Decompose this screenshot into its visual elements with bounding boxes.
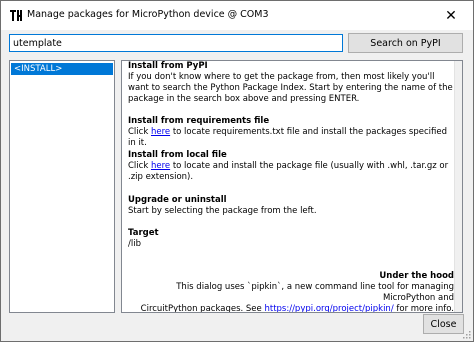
section-upgrade: Upgrade or uninstall Start by selecting … bbox=[128, 195, 454, 217]
text-fragment: Click bbox=[128, 127, 151, 137]
search-pypi-button[interactable]: Search on PyPI bbox=[348, 33, 463, 53]
close-button[interactable]: Close bbox=[423, 314, 464, 334]
title-bar: Manage packages for MicroPython device @… bbox=[1, 1, 473, 30]
section-heading: Under the hood bbox=[379, 271, 454, 281]
local-file-here-link[interactable]: here bbox=[151, 161, 170, 171]
resize-grip-icon[interactable] bbox=[463, 331, 471, 339]
window-title: Manage packages for MicroPython device @… bbox=[27, 9, 269, 20]
section-heading: Target bbox=[128, 228, 159, 238]
thonny-app-icon bbox=[8, 8, 23, 23]
text-fragment: CircuitPython packages. See bbox=[140, 304, 265, 313]
section-heading: Install from local file bbox=[128, 150, 227, 160]
package-search-input[interactable] bbox=[9, 34, 343, 52]
section-text: Click here to locate and install the pac… bbox=[128, 161, 454, 183]
section-text: Click here to locate requirements.txt fi… bbox=[128, 127, 454, 149]
section-text: This dialog uses `pipkin`, a new command… bbox=[176, 282, 454, 303]
section-target: Target /lib bbox=[128, 228, 454, 250]
section-heading: Upgrade or uninstall bbox=[128, 195, 227, 205]
section-text: /lib bbox=[128, 239, 141, 249]
requirements-here-link[interactable]: here bbox=[151, 127, 170, 137]
section-text: If you don't know where to get the packa… bbox=[128, 72, 453, 104]
text-fragment: to locate and install the package file (… bbox=[128, 161, 449, 182]
window-close-icon[interactable]: ✕ bbox=[429, 1, 473, 30]
section-heading: Install from PyPI bbox=[128, 61, 208, 71]
package-manager-dialog: Manage packages for MicroPython device @… bbox=[0, 0, 474, 342]
text-fragment: to locate requirements.txt file and inst… bbox=[128, 127, 447, 148]
section-pypi: Install from PyPI If you don't know wher… bbox=[128, 61, 454, 105]
text-fragment: Click bbox=[128, 161, 151, 171]
info-panel: Install from PyPI If you don't know wher… bbox=[121, 60, 463, 313]
list-item-install[interactable]: <INSTALL> bbox=[11, 63, 113, 75]
section-local-file: Install from local file Click here to lo… bbox=[128, 150, 454, 183]
text-fragment: for more info. bbox=[393, 304, 454, 313]
section-under-the-hood: Under the hood This dialog uses `pipkin`… bbox=[128, 271, 454, 313]
section-heading: Install from requirements file bbox=[128, 116, 270, 126]
package-list[interactable]: <INSTALL> bbox=[9, 60, 115, 313]
pipkin-link[interactable]: https://pypi.org/project/pipkin/ bbox=[264, 304, 393, 312]
section-text: CircuitPython packages. See https://pypi… bbox=[128, 304, 454, 313]
info-scrollbar[interactable] bbox=[454, 61, 462, 312]
section-text: Start by selecting the package from the … bbox=[128, 206, 317, 216]
section-requirements: Install from requirements file Click her… bbox=[128, 116, 454, 149]
